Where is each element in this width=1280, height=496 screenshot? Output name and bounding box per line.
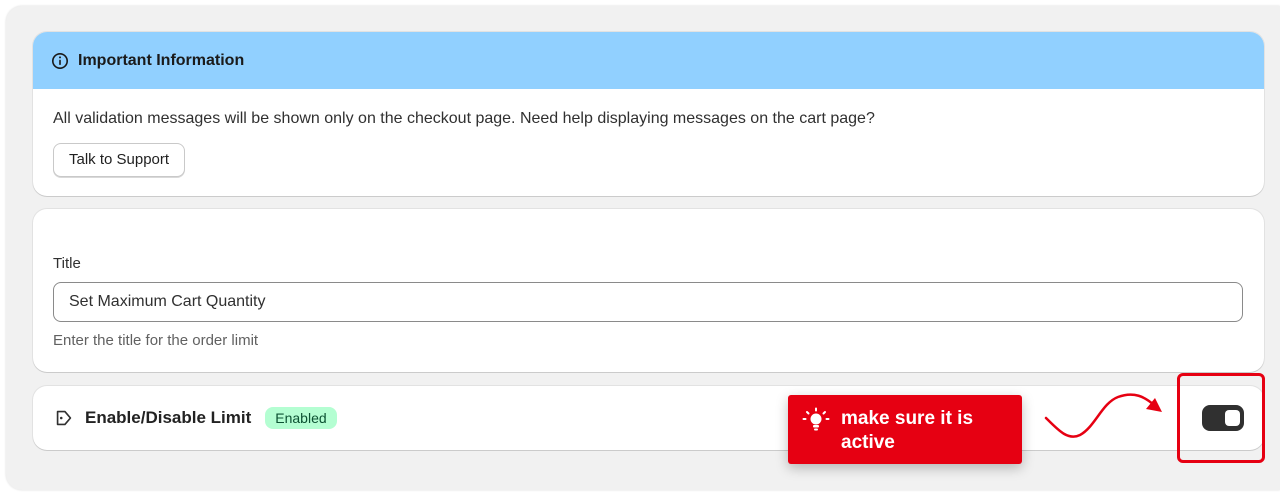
enable-limit-label: Enable/Disable Limit — [85, 408, 252, 427]
annotation-callout: make sure it is active — [788, 395, 1022, 464]
annotation-callout-text: make sure it is active — [841, 408, 974, 453]
title-input[interactable] — [53, 282, 1243, 322]
lightbulb-icon — [802, 407, 830, 431]
title-field-label: Title — [53, 255, 81, 272]
enable-limit-row: Enable/Disable Limit Enabled — [53, 386, 337, 450]
info-banner-body: All validation messages will be shown on… — [33, 89, 1264, 196]
talk-to-support-button[interactable]: Talk to Support — [53, 143, 186, 177]
tag-icon — [56, 410, 72, 426]
info-banner-message: All validation messages will be shown on… — [53, 110, 875, 127]
curved-arrow-icon — [1044, 393, 1162, 438]
info-banner-header: Important Information — [33, 32, 1264, 89]
important-info-banner: Important Information All validation mes… — [33, 32, 1264, 196]
info-banner-title: Important Information — [78, 51, 245, 69]
info-icon — [51, 52, 69, 69]
status-badge: Enabled — [265, 407, 337, 429]
title-card: Title Enter the title for the order limi… — [33, 209, 1264, 372]
title-field-help-text: Enter the title for the order limit — [53, 332, 259, 349]
toggle-highlight-box — [1177, 373, 1265, 463]
